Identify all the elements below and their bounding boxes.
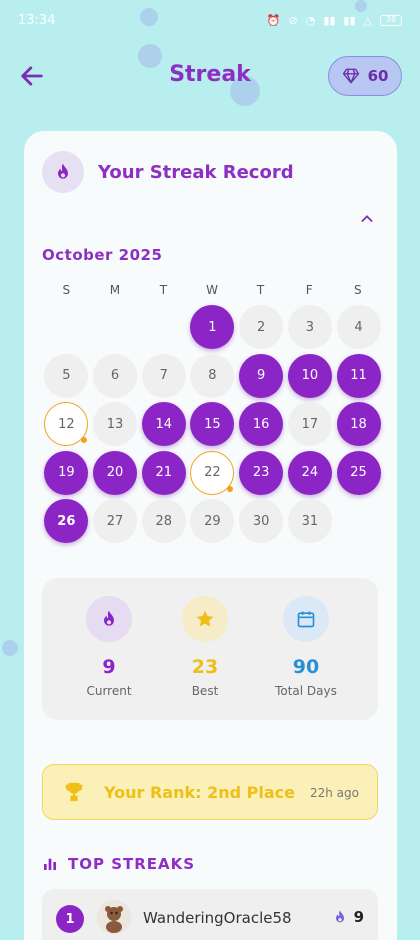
leader-name: WanderingOracle58 [143,909,292,927]
calendar-icon [283,596,329,642]
calendar-day[interactable]: 16 [239,402,284,446]
dnd-icon: ⊘ [288,13,298,27]
calendar-day[interactable]: 25 [336,450,381,495]
leader-streak: 9 [332,908,364,926]
calendar-day[interactable]: 24 [287,450,332,495]
streak-card: Your Streak Record October 2025 S M T W … [24,131,397,940]
calendar-day[interactable]: 19 [44,450,89,495]
signal-icon: ▮▮ [343,13,356,27]
calendar-day[interactable]: 7 [141,353,186,398]
calendar-day[interactable]: 17 [287,402,332,446]
calendar-day[interactable]: 29 [190,499,235,543]
stats-panel: 9 Current 23 Best 90 Total Days [42,578,378,720]
decor-bubble [2,640,18,656]
star-icon [182,596,228,642]
stat-value: 23 [191,656,219,678]
calendar-day[interactable]: 30 [239,499,284,543]
warning-icon: △ [363,13,372,27]
calendar-day[interactable]: 8 [190,353,235,398]
weekday-label: T [159,283,168,297]
calendar-day[interactable]: 28 [141,499,186,543]
weekday-label: S [62,283,71,297]
calendar-day[interactable]: 21 [141,450,186,495]
status-bar: 13:34 ⏰ ⊘ ◔ ▮▮ ▮▮ △ 38 [0,0,420,40]
calendar-day[interactable]: 10 [287,353,332,398]
rank-timestamp: 22h ago [309,786,359,800]
rank-banner[interactable]: Your Rank: 2nd Place 22h ago [42,764,378,820]
weekday-label: T [256,283,265,297]
rank-badge: 1 [56,905,84,933]
stat-value: 90 [292,656,320,678]
calendar-day[interactable]: 27 [93,499,138,543]
weekday-label: W [206,283,218,297]
month-label: October 2025 [42,246,163,264]
stat-label: Total Days [275,684,337,698]
alarm-icon: ⏰ [266,13,281,27]
weekday-label: F [305,283,313,297]
flame-icon [42,151,84,193]
avatar [97,900,131,934]
status-time: 13:34 [18,12,56,28]
weekday-label: M [109,283,121,297]
calendar-day[interactable]: 3 [287,305,332,349]
calendar-day[interactable]: 31 [287,499,332,543]
stat-total-days: 90 Total Days [256,596,356,698]
calendar-day[interactable]: 6 [93,353,138,398]
stat-label: Best [191,684,219,698]
calendar-day[interactable]: 22 [190,450,235,495]
card-title: Your Streak Record [98,161,294,183]
calendar-day[interactable]: 1 [190,305,235,349]
signal-icon: ▮▮ [323,13,336,27]
stat-value: 9 [102,656,116,678]
bar-chart-icon [44,858,56,870]
calendar-day[interactable]: 23 [239,450,284,495]
leader-streak-count: 9 [353,908,364,926]
top-streaks-header: TOP STREAKS [42,855,195,873]
weekday-header: S M T W T F S [42,283,382,297]
weekday-label: S [353,283,362,297]
top-streaks-title: TOP STREAKS [68,855,196,873]
battery-icon: 38 [380,14,402,26]
calendar-day[interactable]: 2 [239,305,284,349]
leaderboard-row[interactable]: 1 WanderingOracle58 9 [42,889,378,940]
flame-icon [335,910,344,923]
wifi-icon: ◔ [305,13,316,27]
gems-count: 60 [367,67,389,85]
stat-best: 23 Best [155,596,255,698]
calendar-day[interactable]: 13 [93,402,138,446]
calendar-day[interactable]: 18 [336,402,381,446]
calendar-day[interactable]: 14 [141,402,186,446]
trophy-icon [65,782,83,802]
calendar-day[interactable]: 11 [336,353,381,398]
calendar-day[interactable]: 5 [44,353,89,398]
stat-label: Current [86,684,132,698]
calendar-day[interactable]: 4 [336,305,381,349]
gems-balance-button[interactable]: 60 [328,56,402,96]
calendar-day[interactable]: 9 [239,353,284,398]
calendar-day[interactable]: 15 [190,402,235,446]
rank-text: Your Rank: 2nd Place [104,783,295,802]
stat-current: 9 Current [59,596,159,698]
chevron-up-icon[interactable] [359,211,375,231]
calendar-day[interactable]: 20 [93,450,138,495]
calendar-day[interactable]: 12 [44,402,89,446]
header: Streak 60 [0,56,420,100]
calendar-day[interactable]: 26 [44,499,89,543]
diamond-icon [342,68,359,84]
flame-icon [86,596,132,642]
